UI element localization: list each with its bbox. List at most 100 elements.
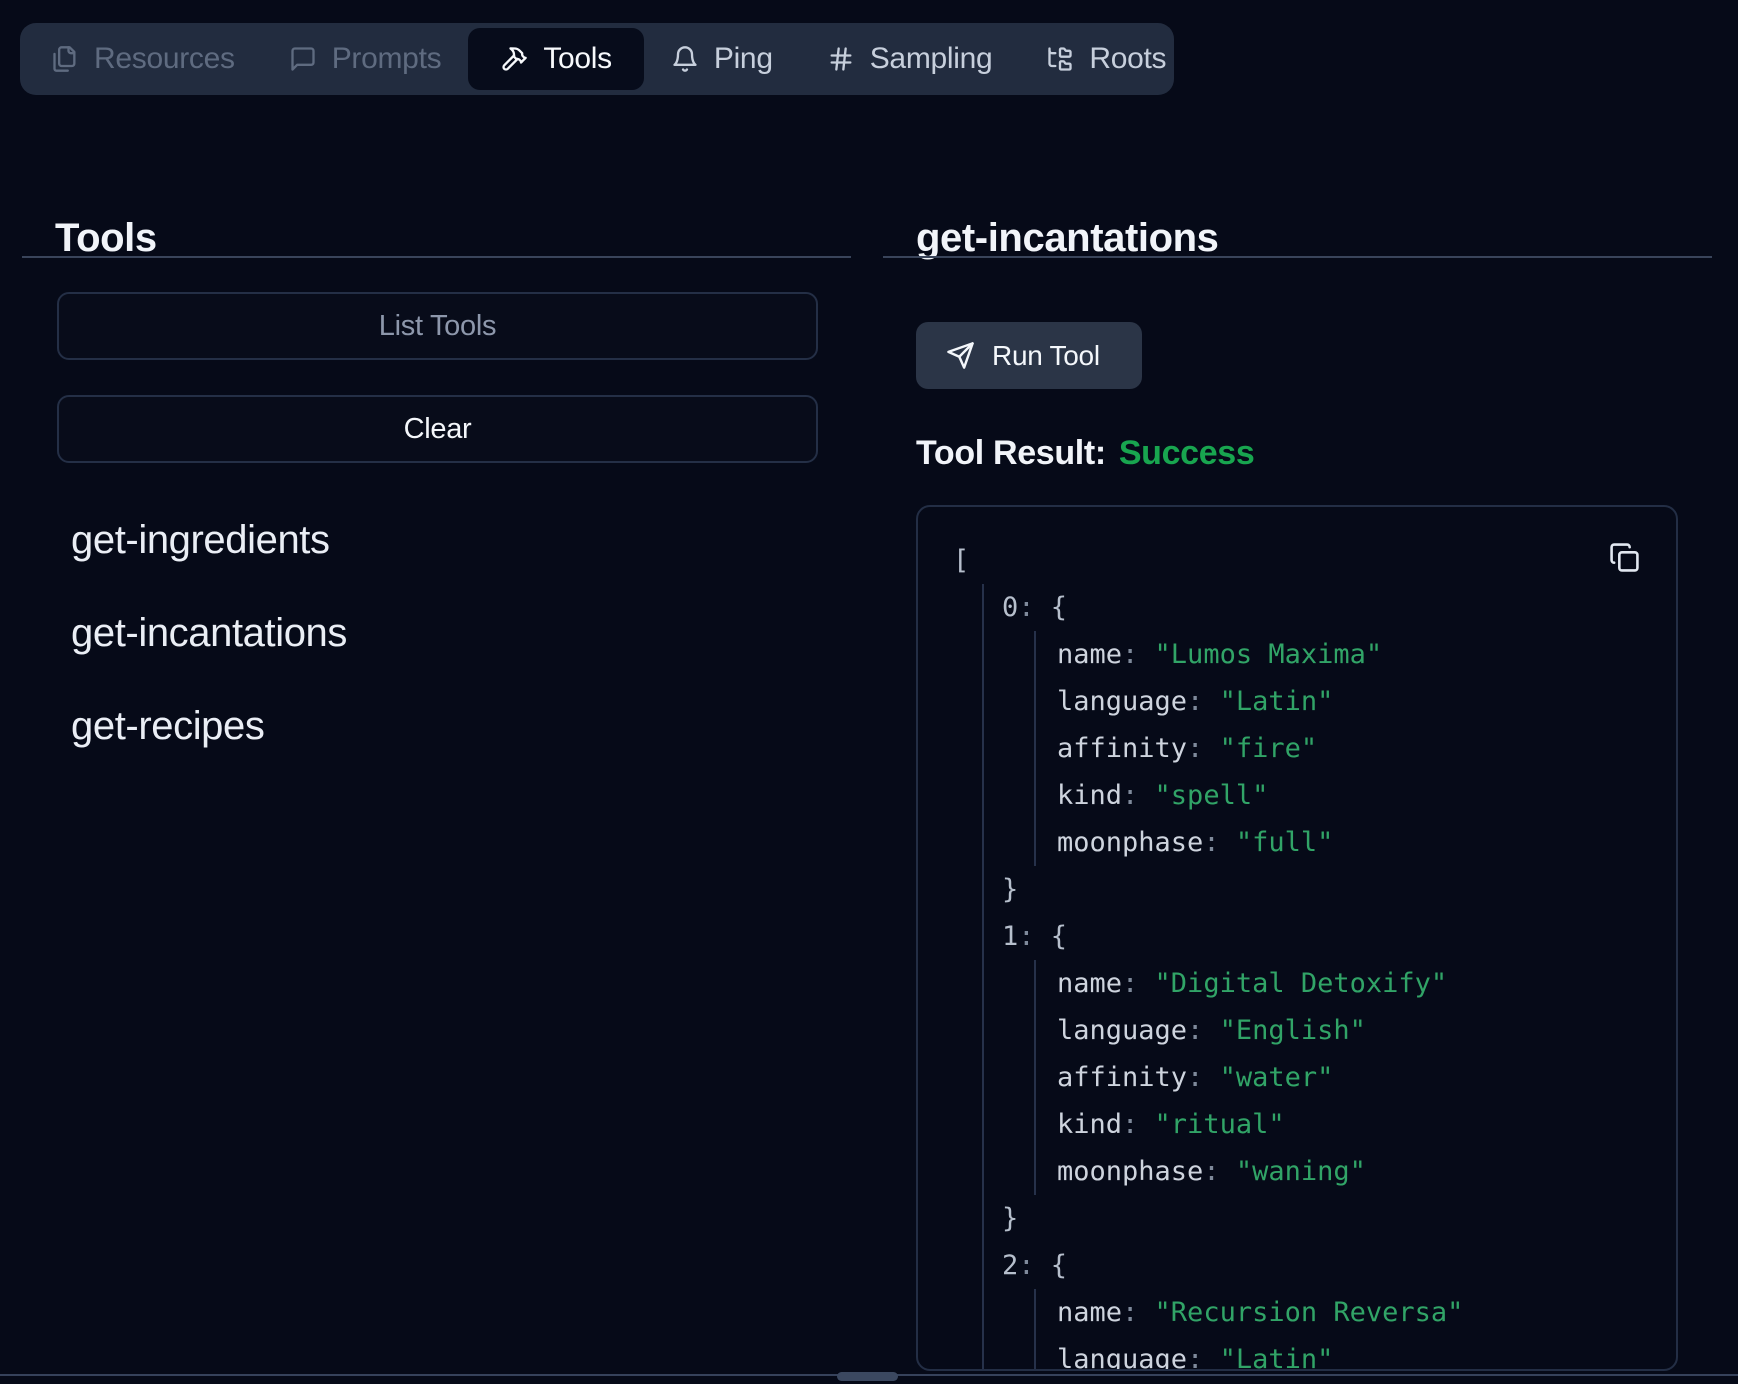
json-colon: : bbox=[1018, 921, 1051, 952]
json-colon: : bbox=[1018, 592, 1051, 623]
tab-roots[interactable]: Roots bbox=[1019, 28, 1193, 90]
json-object-level: name: "Recursion Reversa"language: "Lati… bbox=[1034, 1289, 1676, 1371]
tool-result-status: Success bbox=[1119, 434, 1255, 473]
tool-list-item-get-ingredients[interactable]: get-ingredients bbox=[57, 494, 818, 587]
json-key: kind bbox=[1057, 1109, 1122, 1140]
tool-result-label: Tool Result: bbox=[916, 434, 1106, 473]
json-line: [ bbox=[953, 537, 1676, 584]
send-icon bbox=[946, 341, 975, 370]
tool-list-item-get-recipes[interactable]: get-recipes bbox=[57, 680, 818, 773]
json-line: name: "Digital Detoxify" bbox=[1057, 960, 1676, 1007]
json-close-brace: } bbox=[1002, 1203, 1018, 1234]
json-key: moonphase bbox=[1057, 1156, 1203, 1187]
json-value: "ritual" bbox=[1155, 1109, 1285, 1140]
json-tree-viewer: [0: {name: "Lumos Maxima"language: "Lati… bbox=[918, 507, 1676, 1371]
json-colon: : bbox=[1203, 827, 1236, 858]
tab-tools[interactable]: Tools bbox=[468, 28, 644, 90]
tool-result-line: Tool Result: Success bbox=[916, 434, 1254, 473]
json-close-brace: } bbox=[1002, 874, 1018, 905]
folder-tree-icon bbox=[1046, 45, 1074, 73]
json-line: kind: "spell" bbox=[1057, 772, 1676, 819]
json-line: name: "Lumos Maxima" bbox=[1057, 631, 1676, 678]
json-value: "Lumos Maxima" bbox=[1155, 639, 1383, 670]
tab-label: Roots bbox=[1089, 42, 1166, 76]
tab-label: Prompts bbox=[332, 42, 442, 76]
run-tool-button[interactable]: Run Tool bbox=[916, 322, 1142, 389]
json-open-bracket: [ bbox=[953, 545, 969, 576]
json-colon: : bbox=[1122, 1297, 1155, 1328]
left-panel-title: Tools bbox=[55, 216, 157, 260]
json-key: kind bbox=[1057, 780, 1122, 811]
json-line: moonphase: "full" bbox=[1057, 819, 1676, 866]
clear-button[interactable]: Clear bbox=[57, 395, 818, 463]
json-value: "spell" bbox=[1155, 780, 1269, 811]
tools-list: get-ingredients get-incantations get-rec… bbox=[57, 494, 818, 773]
json-line: language: "Latin" bbox=[1057, 1336, 1676, 1371]
tab-label: Ping bbox=[714, 42, 773, 76]
json-key: name bbox=[1057, 968, 1122, 999]
selected-tool-title: get-incantations bbox=[916, 216, 1219, 260]
json-line: language: "English" bbox=[1057, 1007, 1676, 1054]
files-icon bbox=[51, 45, 79, 73]
json-colon: : bbox=[1203, 1156, 1236, 1187]
horizontal-scrollbar-thumb[interactable] bbox=[837, 1372, 898, 1381]
json-value: "Digital Detoxify" bbox=[1155, 968, 1448, 999]
tab-ping[interactable]: Ping bbox=[644, 28, 800, 90]
json-key: moonphase bbox=[1057, 827, 1203, 858]
tab-prompts[interactable]: Prompts bbox=[262, 28, 469, 90]
json-open-brace: { bbox=[1051, 921, 1067, 952]
message-square-icon bbox=[289, 45, 317, 73]
tool-result-json-box: [0: {name: "Lumos Maxima"language: "Lati… bbox=[916, 505, 1678, 1371]
json-line: moonphase: "waning" bbox=[1057, 1148, 1676, 1195]
json-value: "Latin" bbox=[1220, 1344, 1334, 1371]
json-line: kind: "ritual" bbox=[1057, 1101, 1676, 1148]
json-line: affinity: "water" bbox=[1057, 1054, 1676, 1101]
json-key: language bbox=[1057, 686, 1187, 717]
json-line: } bbox=[1002, 866, 1676, 913]
run-tool-label: Run Tool bbox=[992, 340, 1100, 372]
json-value: "English" bbox=[1220, 1015, 1366, 1046]
tab-resources[interactable]: Resources bbox=[24, 28, 262, 90]
json-line: name: "Recursion Reversa" bbox=[1057, 1289, 1676, 1336]
hash-icon bbox=[827, 45, 855, 73]
bell-icon bbox=[671, 45, 699, 73]
tab-label: Tools bbox=[543, 42, 612, 76]
json-colon: : bbox=[1018, 1250, 1051, 1281]
json-value: "Recursion Reversa" bbox=[1155, 1297, 1464, 1328]
json-key: language bbox=[1057, 1015, 1187, 1046]
json-open-brace: { bbox=[1051, 1250, 1067, 1281]
tab-sampling[interactable]: Sampling bbox=[800, 28, 1020, 90]
json-line: 2: { bbox=[1002, 1242, 1676, 1289]
json-colon: : bbox=[1122, 780, 1155, 811]
json-open-brace: { bbox=[1051, 592, 1067, 623]
json-key: language bbox=[1057, 1344, 1187, 1371]
json-colon: : bbox=[1187, 733, 1220, 764]
json-object-level: name: "Lumos Maxima"language: "Latin"aff… bbox=[1034, 631, 1676, 866]
hammer-icon bbox=[500, 45, 528, 73]
copy-result-button[interactable] bbox=[1606, 541, 1642, 577]
tab-label: Sampling bbox=[870, 42, 993, 76]
json-index: 0 bbox=[1002, 592, 1018, 623]
json-line: language: "Latin" bbox=[1057, 678, 1676, 725]
json-colon: : bbox=[1187, 1015, 1220, 1046]
json-key: name bbox=[1057, 1297, 1122, 1328]
json-value: "waning" bbox=[1236, 1156, 1366, 1187]
json-value: "fire" bbox=[1220, 733, 1318, 764]
json-index: 1 bbox=[1002, 921, 1018, 952]
left-panel-divider bbox=[22, 256, 851, 258]
json-line: affinity: "fire" bbox=[1057, 725, 1676, 772]
right-panel-divider bbox=[883, 256, 1712, 258]
json-array-level: 0: {name: "Lumos Maxima"language: "Latin… bbox=[982, 584, 1676, 1371]
json-colon: : bbox=[1187, 1062, 1220, 1093]
tab-label: Resources bbox=[94, 42, 235, 76]
json-line: 0: { bbox=[1002, 584, 1676, 631]
json-line: 1: { bbox=[1002, 913, 1676, 960]
json-colon: : bbox=[1122, 639, 1155, 670]
json-colon: : bbox=[1187, 1344, 1220, 1371]
json-line: } bbox=[1002, 1195, 1676, 1242]
tool-list-item-get-incantations[interactable]: get-incantations bbox=[57, 587, 818, 680]
json-colon: : bbox=[1122, 1109, 1155, 1140]
list-tools-button[interactable]: List Tools bbox=[57, 292, 818, 360]
json-colon: : bbox=[1122, 968, 1155, 999]
json-key: affinity bbox=[1057, 1062, 1187, 1093]
